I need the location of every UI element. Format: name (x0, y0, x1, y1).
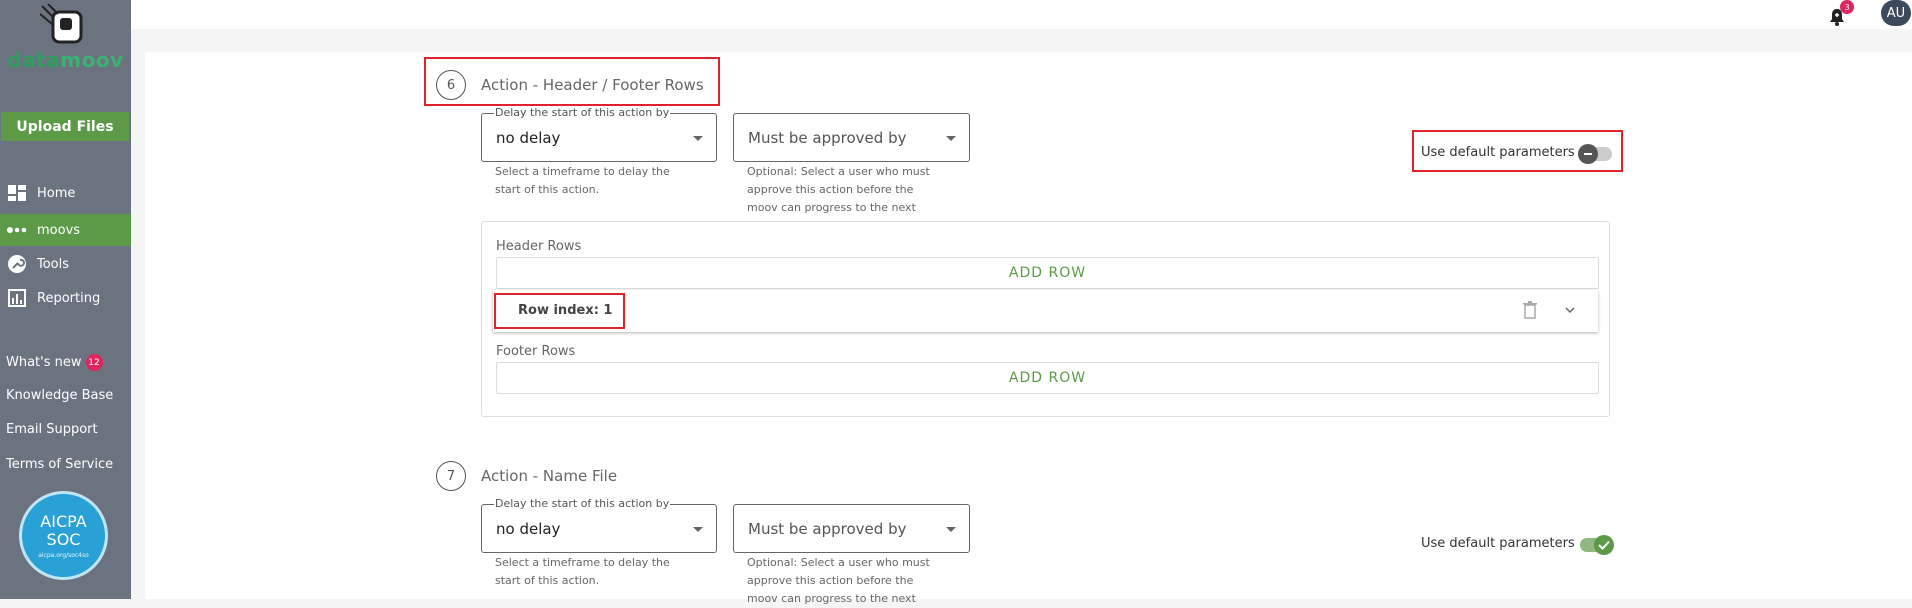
sidebar: datamoov Upload Files Home moovs Tools R… (0, 0, 131, 599)
approval-select-6[interactable]: Must be approved by (733, 113, 970, 162)
dots-icon (7, 221, 27, 239)
approval-select-placeholder: Must be approved by (748, 129, 907, 147)
delay-helper-line: Select a timeframe to delay the (495, 165, 670, 178)
terms-of-service-link[interactable]: Terms of Service (6, 457, 113, 472)
notification-badge: 3 (1840, 0, 1854, 14)
whats-new-label: What's new (6, 355, 82, 370)
default-params-toggle-7[interactable] (1580, 535, 1614, 555)
aicpa-badge-line1: AICPA (40, 511, 87, 531)
topbar (131, 0, 1912, 29)
approval-helper-6: Optional: Select a user who must approve… (747, 163, 930, 217)
delay-select-6[interactable]: Delay the start of this action by no del… (481, 106, 717, 162)
approval-helper-line: Optional: Select a user who must (747, 556, 930, 569)
delay-helper-line: Select a timeframe to delay the (495, 556, 670, 569)
approval-helper-line: moov can progress to the next (747, 201, 916, 214)
step-title-7: Action - Name File (481, 467, 618, 485)
trash-icon[interactable] (1523, 301, 1537, 319)
dashboard-icon (7, 184, 27, 202)
sidebar-item-label: Reporting (37, 290, 101, 306)
logo-text: datamoov (0, 48, 131, 72)
add-footer-row-button[interactable]: ADD ROW (496, 362, 1599, 394)
delay-helper-6: Select a timeframe to delay the start of… (495, 163, 670, 199)
caret-down-icon (693, 527, 703, 532)
chevron-down-icon[interactable] (1564, 304, 1576, 316)
highlight-box-row-index (494, 293, 625, 329)
avatar[interactable]: AU (1881, 0, 1911, 26)
email-support-link[interactable]: Email Support (6, 422, 98, 437)
caret-down-icon (693, 136, 703, 141)
sidebar-item-home[interactable]: Home (0, 177, 131, 209)
approval-helper-7: Optional: Select a user who must approve… (747, 554, 930, 608)
datamoov-logo-icon (40, 4, 83, 44)
add-header-row-button[interactable]: ADD ROW (496, 257, 1599, 289)
approval-helper-line: moov can progress to the next (747, 592, 916, 605)
chart-icon (7, 289, 27, 307)
delay-select-7[interactable]: Delay the start of this action by no del… (481, 497, 717, 553)
delay-helper-line: start of this action. (495, 183, 600, 196)
sidebar-item-label: Home (37, 185, 76, 201)
whats-new-link[interactable]: What's new 12 (6, 354, 103, 371)
approval-select-placeholder: Must be approved by (748, 520, 907, 538)
logo-text-part1: data (7, 48, 61, 72)
delay-select-legend: Delay the start of this action by (494, 497, 671, 510)
approval-select-7[interactable]: Must be approved by (733, 504, 970, 553)
caret-down-icon (946, 136, 956, 141)
caret-down-icon (946, 527, 956, 532)
approval-helper-line: approve this action before the (747, 183, 914, 196)
sidebar-item-tools[interactable]: Tools (0, 248, 131, 280)
sidebar-item-label: moovs (37, 222, 81, 238)
delay-helper-7: Select a timeframe to delay the start of… (495, 554, 670, 590)
header-row-item[interactable]: Row index: 1 (493, 290, 1598, 332)
delay-select-value: no delay (496, 129, 561, 147)
sidebar-item-reporting[interactable]: Reporting (0, 282, 131, 314)
delay-select-value: no delay (496, 520, 561, 538)
approval-helper-line: approve this action before the (747, 574, 914, 587)
footer-rows-label: Footer Rows (496, 344, 576, 359)
toggle-on-check-icon (1594, 535, 1614, 555)
whats-new-badge: 12 (85, 354, 103, 371)
aicpa-badge-line2: SOC (46, 529, 81, 549)
sidebar-item-moovs[interactable]: moovs (0, 214, 131, 246)
knowledge-base-link[interactable]: Knowledge Base (6, 388, 113, 403)
header-rows-label: Header Rows (496, 239, 582, 254)
delay-select-legend: Delay the start of this action by (494, 106, 671, 119)
logo-text-part2: moov (60, 48, 124, 72)
approval-helper-line: Optional: Select a user who must (747, 165, 930, 178)
logo[interactable]: datamoov (0, 0, 131, 105)
default-params-label-7: Use default parameters (1421, 536, 1575, 551)
sidebar-item-label: Tools (37, 256, 70, 272)
upload-files-button[interactable]: Upload Files (1, 112, 129, 141)
delay-helper-line: start of this action. (495, 574, 600, 587)
step-number-7: 7 (436, 461, 466, 491)
aicpa-soc-badge: AICPA SOC aicpa.org/soc4so (19, 491, 108, 580)
wrench-icon (7, 255, 27, 273)
aicpa-badge-line3: aicpa.org/soc4so (38, 551, 89, 559)
highlight-box-step-title (424, 57, 720, 106)
highlight-box-default-params (1412, 130, 1623, 172)
